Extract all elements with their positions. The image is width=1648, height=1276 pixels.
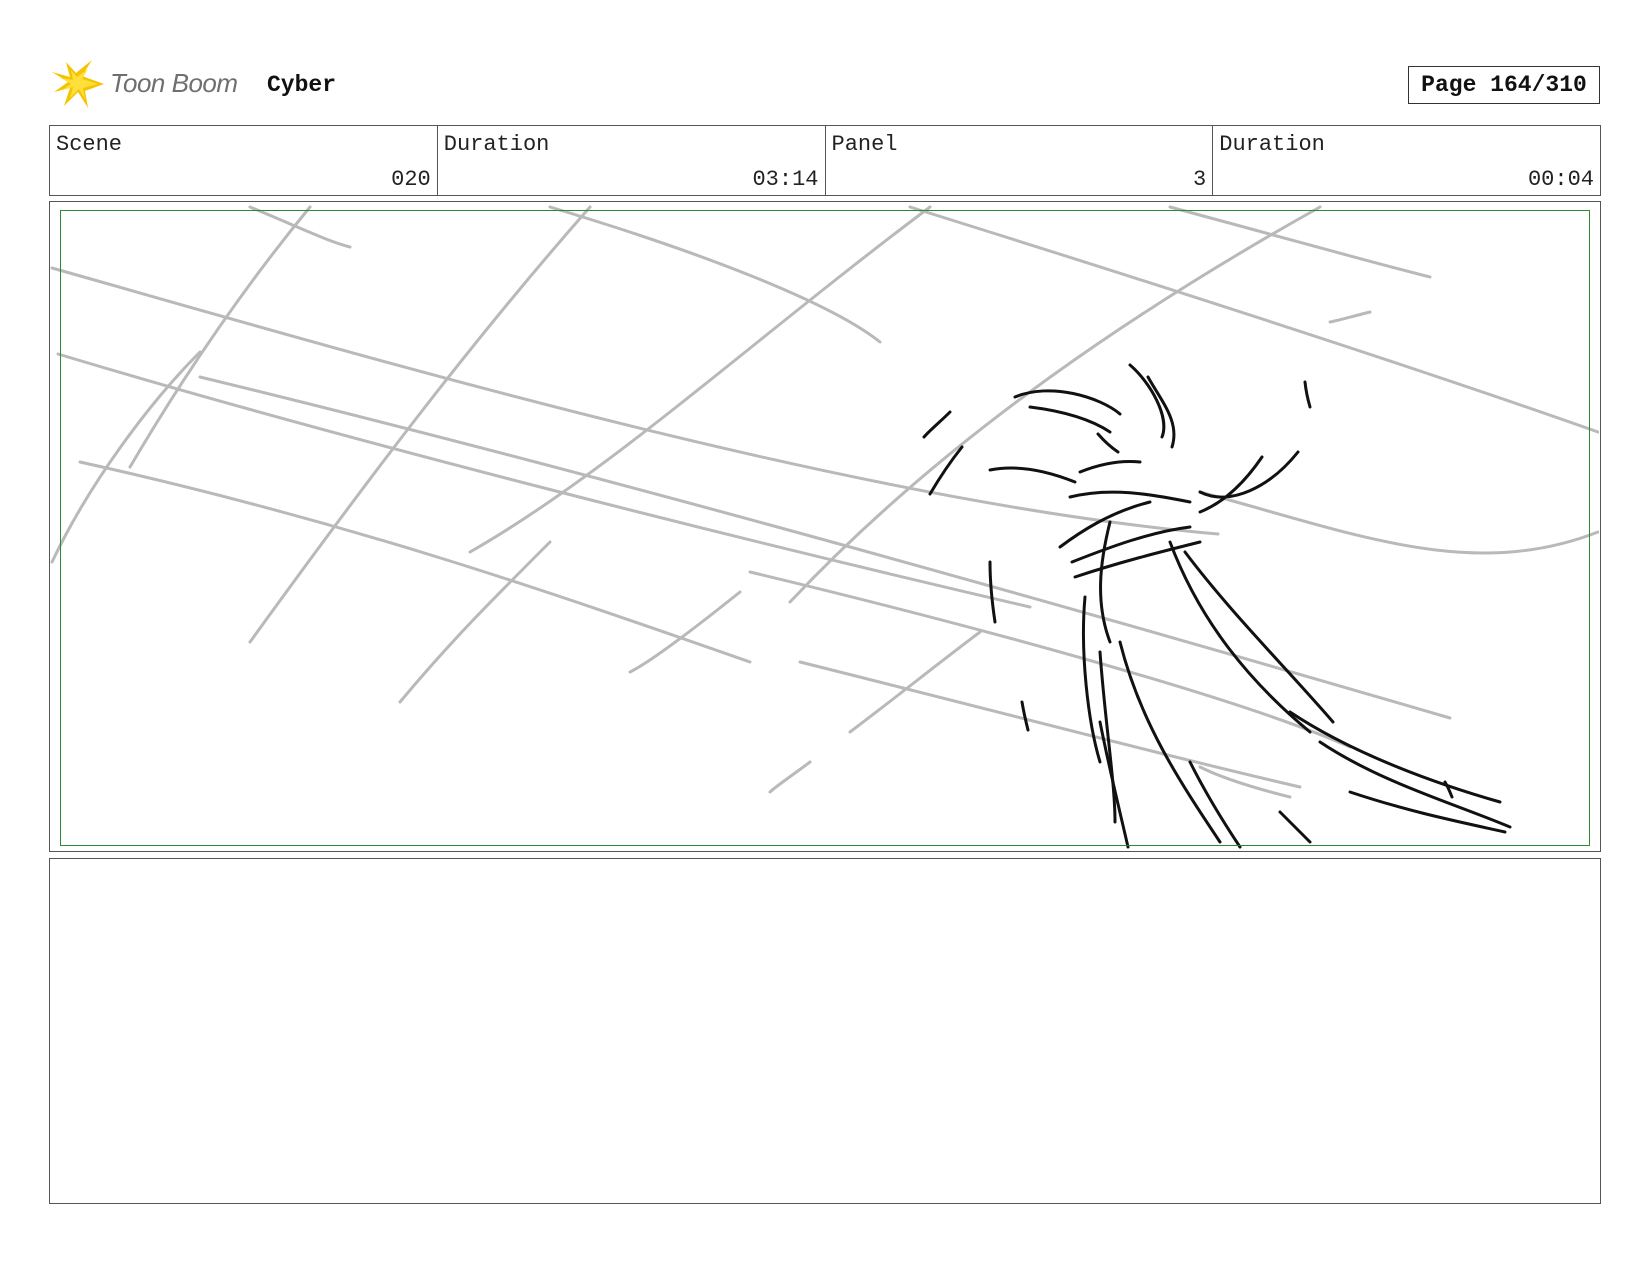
panel-cell: Panel 3	[826, 126, 1214, 195]
project-title: Cyber	[267, 72, 337, 98]
starburst-icon	[52, 60, 104, 108]
scene-value: 020	[391, 167, 431, 192]
panel-duration-cell: Duration 00:04	[1213, 126, 1600, 195]
scene-duration-label: Duration	[443, 132, 550, 157]
panel-notes-box[interactable]	[49, 858, 1601, 1204]
scene-label: Scene	[56, 132, 123, 157]
panel-duration-value: 00:04	[1527, 167, 1594, 192]
toon-boom-logo: Toon Boom	[52, 58, 252, 110]
panel-label: Panel	[831, 132, 898, 157]
scene-duration-value: 03:14	[752, 167, 819, 192]
logo-wordmark: Toon Boom	[110, 68, 238, 98]
storyboard-panel	[49, 201, 1601, 852]
safe-area-frame	[60, 210, 1590, 846]
panel-duration-label: Duration	[1219, 132, 1325, 157]
scene-duration-cell: Duration 03:14	[438, 126, 826, 195]
scene-info-table: Scene 020 Duration 03:14 Panel 3 Duratio…	[49, 125, 1601, 196]
scene-cell: Scene 020	[50, 126, 438, 195]
panel-value: 3	[1193, 167, 1207, 192]
page-indicator: Page 164/310	[1408, 66, 1600, 104]
